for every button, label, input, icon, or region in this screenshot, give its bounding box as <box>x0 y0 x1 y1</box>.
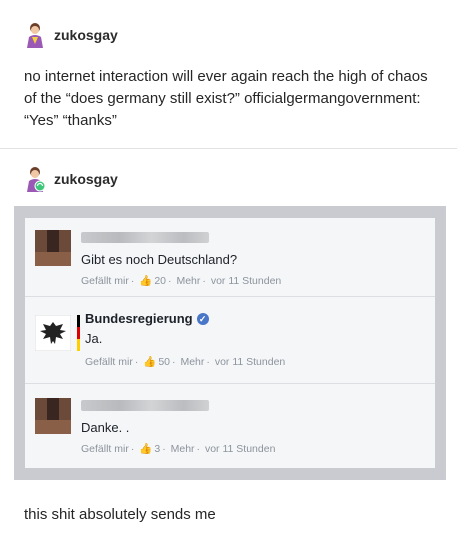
like-link[interactable]: Gefällt mir <box>81 275 129 287</box>
user-avatar-icon[interactable] <box>24 22 46 48</box>
post-header: zukosgay <box>24 22 118 48</box>
facebook-comments-panel: Gibt es noch Deutschland? Gefällt mir · 👍… <box>25 218 435 468</box>
like-count: 50 <box>158 356 171 368</box>
like-count: 20 <box>154 275 167 287</box>
bundesregierung-eagle-icon[interactable] <box>34 314 72 352</box>
more-link[interactable]: Mehr <box>176 275 200 287</box>
reblog-username-link[interactable]: zukosgay <box>54 171 118 187</box>
verified-badge-icon: ✓ <box>196 313 209 325</box>
comment-text: Danke. . <box>81 420 130 435</box>
comment-text: Gibt es noch Deutschland? <box>81 252 238 267</box>
comment-meta: Gefällt mir · 👍 20 · Mehr · vor 11 Stunden <box>81 275 282 287</box>
flag-stripe <box>77 315 80 351</box>
post-body-text: no internet interaction will ever again … <box>24 68 428 129</box>
reblog-header: zukosgay <box>24 166 118 192</box>
embedded-screenshot: Gibt es noch Deutschland? Gefällt mir · 👍… <box>14 206 446 480</box>
thumbs-up-icon: 👍 <box>143 356 157 368</box>
thumbs-up-icon: 👍 <box>139 443 153 455</box>
caption-text: this shit absolutely sends me <box>24 506 216 523</box>
comment-meta: Gefällt mir · 👍 50 · Mehr · vor 11 Stunden <box>85 356 286 368</box>
commenter-name: Bundesregierung <box>85 311 193 326</box>
comment-text: Ja. <box>85 331 103 346</box>
comment-timestamp: vor 11 Stunden <box>214 356 286 368</box>
thumbs-up-icon: 👍 <box>139 275 153 287</box>
blurred-commenter-name <box>81 400 209 411</box>
comment-timestamp: vor 11 Stunden <box>210 275 282 287</box>
commenter-name-link[interactable]: Bundesregierung ✓ <box>85 311 209 326</box>
more-link[interactable]: Mehr <box>180 356 204 368</box>
like-link[interactable]: Gefällt mir <box>81 443 129 455</box>
comment-item: Danke. . Gefällt mir · 👍 3 · Mehr · vor 11 S… <box>25 384 435 468</box>
username-link[interactable]: zukosgay <box>54 27 118 43</box>
post-divider <box>0 148 457 149</box>
comment-timestamp: vor 11 Stunden <box>204 443 276 455</box>
reblog-avatar-icon[interactable] <box>24 166 46 192</box>
comment-meta: Gefällt mir · 👍 3 · Mehr · vor 11 Stunden <box>81 443 276 455</box>
more-link[interactable]: Mehr <box>171 443 195 455</box>
commenter-avatar[interactable] <box>35 230 71 266</box>
like-count: 3 <box>154 443 161 455</box>
blurred-commenter-name <box>81 232 209 243</box>
like-link[interactable]: Gefällt mir <box>85 356 133 368</box>
comment-item: Bundesregierung ✓ Ja. Gefällt mir · 👍 50 · M… <box>25 297 435 383</box>
commenter-avatar[interactable] <box>35 398 71 434</box>
comment-item: Gibt es noch Deutschland? Gefällt mir · 👍… <box>25 218 435 296</box>
